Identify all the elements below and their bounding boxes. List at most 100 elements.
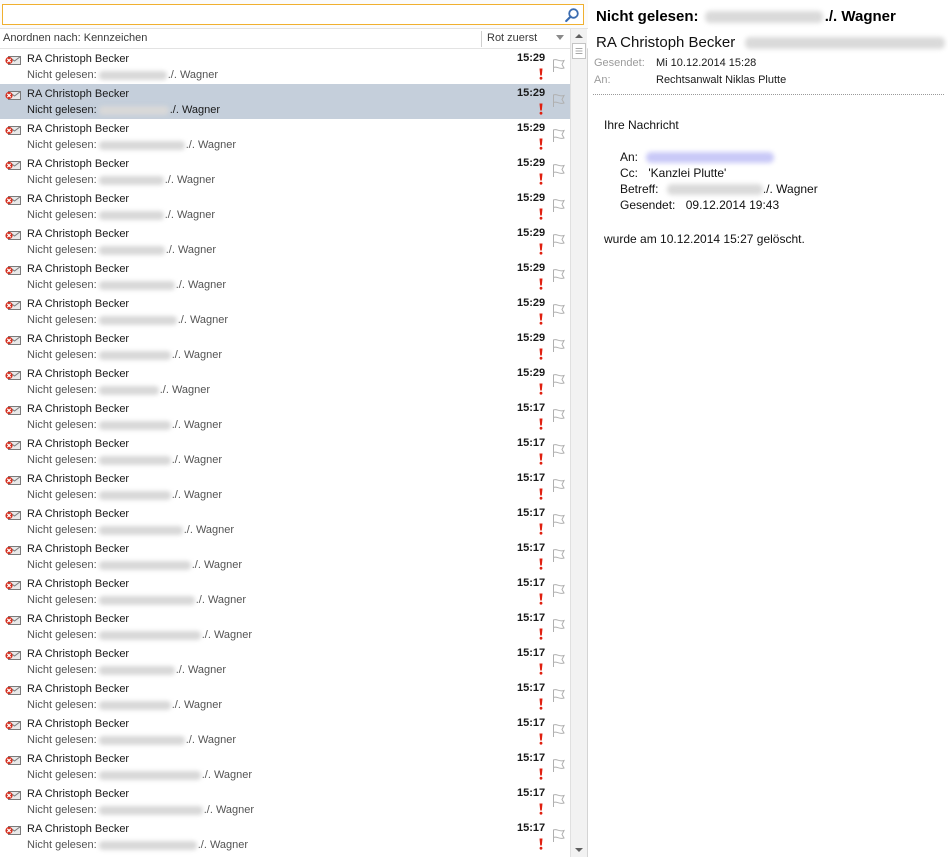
flag-icon[interactable] [551, 828, 566, 843]
flag-icon[interactable] [551, 793, 566, 808]
subject-suffix: ./. Wagner [203, 804, 255, 816]
message-subject: Nicht gelesen: ./. Wagner [27, 454, 222, 466]
flag-icon[interactable] [551, 758, 566, 773]
redacted-text [98, 805, 203, 815]
message-sender: RA Christoph Becker [27, 683, 130, 695]
read-receipt-deleted-icon [5, 826, 21, 835]
flag-icon[interactable] [551, 338, 566, 353]
flag-icon[interactable] [551, 583, 566, 598]
body-intro: Ihre Nachricht [604, 118, 679, 132]
flag-icon[interactable] [551, 653, 566, 668]
subject-prefix: Nicht gelesen: [27, 594, 97, 606]
arrange-by-label[interactable]: Anordnen nach: Kennzeichen [3, 32, 147, 44]
list-item[interactable]: RA Christoph Becker Nicht gelesen: ./. Wag… [0, 259, 570, 294]
list-item[interactable]: RA Christoph Becker Nicht gelesen: ./. Wag… [0, 399, 570, 434]
list-item[interactable]: RA Christoph Becker Nicht gelesen: ./. Wag… [0, 749, 570, 784]
list-item[interactable]: RA Christoph Becker Nicht gelesen: ./. Wag… [0, 224, 570, 259]
flag-icon[interactable] [551, 128, 566, 143]
list-item[interactable]: RA Christoph Becker Nicht gelesen: ./. Wag… [0, 434, 570, 469]
read-receipt-deleted-icon [5, 266, 21, 275]
list-item[interactable]: RA Christoph Becker Nicht gelesen: ./. Wag… [0, 469, 570, 504]
redacted-text [98, 455, 171, 465]
list-item[interactable]: RA Christoph Becker Nicht gelesen: ./. Wag… [0, 154, 570, 189]
redacted-text [98, 840, 197, 850]
message-subject: Nicht gelesen: ./. Wagner [27, 314, 228, 326]
scroll-up-icon[interactable] [571, 29, 587, 43]
search-box[interactable] [2, 4, 584, 25]
subject-prefix: Nicht gelesen: [27, 454, 97, 466]
redacted-text [98, 280, 175, 290]
sort-order-label[interactable]: Rot zuerst [487, 32, 537, 44]
subject-suffix: ./. Wagner [183, 524, 235, 536]
sort-bar[interactable]: Anordnen nach: Kennzeichen Rot zuerst [0, 29, 588, 49]
list-item[interactable]: RA Christoph Becker Nicht gelesen: ./. Wag… [0, 504, 570, 539]
message-subject: Nicht gelesen: ./. Wagner [27, 559, 242, 571]
flag-icon[interactable] [551, 268, 566, 283]
list-item[interactable]: RA Christoph Becker Nicht gelesen: ./. Wag… [0, 609, 570, 644]
subject-prefix: Nicht gelesen: [27, 804, 97, 816]
high-importance-icon [539, 593, 543, 605]
list-item[interactable]: RA Christoph Becker Nicht gelesen: ./. Wag… [0, 714, 570, 749]
high-importance-icon [539, 103, 543, 115]
flag-icon[interactable] [551, 163, 566, 178]
list-item[interactable]: RA Christoph Becker Nicht gelesen: ./. Wag… [0, 49, 570, 84]
list-item[interactable]: RA Christoph Becker Nicht gelesen: ./. Wag… [0, 679, 570, 714]
scroll-down-icon[interactable] [571, 843, 587, 857]
flag-icon[interactable] [551, 513, 566, 528]
flag-icon[interactable] [551, 93, 566, 108]
list-item[interactable]: RA Christoph Becker Nicht gelesen: ./. Wag… [0, 294, 570, 329]
flag-icon[interactable] [551, 688, 566, 703]
list-scrollbar[interactable] [570, 29, 587, 857]
body-betreff-label: Betreff: [620, 182, 659, 196]
subject-prefix: Nicht gelesen: [27, 734, 97, 746]
scroll-thumb[interactable] [572, 43, 586, 59]
sort-dropdown-icon[interactable] [556, 35, 564, 40]
subject-suffix: ./. Wagner [197, 839, 249, 851]
subject-prefix: Nicht gelesen: [27, 699, 97, 711]
list-item[interactable]: RA Christoph Becker Nicht gelesen: ./. Wag… [0, 84, 570, 119]
read-receipt-deleted-icon [5, 581, 21, 590]
flag-icon[interactable] [551, 618, 566, 633]
read-receipt-deleted-icon [5, 791, 21, 800]
list-item[interactable]: RA Christoph Becker Nicht gelesen: ./. Wag… [0, 574, 570, 609]
subject-suffix: ./. Wagner [185, 139, 237, 151]
search-icon[interactable] [564, 7, 580, 23]
subject-suffix: ./. Wagner [824, 8, 896, 25]
read-receipt-deleted-icon [5, 371, 21, 380]
list-item[interactable]: RA Christoph Becker Nicht gelesen: ./. Wag… [0, 364, 570, 399]
flag-icon[interactable] [551, 548, 566, 563]
flag-icon[interactable] [551, 723, 566, 738]
list-item[interactable]: RA Christoph Becker Nicht gelesen: ./. Wag… [0, 819, 570, 854]
flag-icon[interactable] [551, 233, 566, 248]
flag-icon[interactable] [551, 58, 566, 73]
subject-suffix: ./. Wagner [191, 559, 243, 571]
flag-icon[interactable] [551, 408, 566, 423]
flag-icon[interactable] [551, 303, 566, 318]
flag-icon[interactable] [551, 478, 566, 493]
sender-name[interactable]: RA Christoph Becker [596, 34, 735, 51]
flag-icon[interactable] [551, 373, 566, 388]
redacted-text [98, 385, 159, 395]
redacted-text [98, 350, 171, 360]
body-an-label: An: [620, 150, 639, 164]
list-item[interactable]: RA Christoph Becker Nicht gelesen: ./. Wag… [0, 119, 570, 154]
message-subject: Nicht gelesen: ./. Wagner [27, 664, 226, 676]
flag-icon[interactable] [551, 443, 566, 458]
read-receipt-deleted-icon [5, 161, 21, 170]
body-betreff-suffix: ./. Wagner [762, 182, 818, 196]
flag-icon[interactable] [551, 198, 566, 213]
message-sender: RA Christoph Becker [596, 34, 946, 51]
message-sender: RA Christoph Becker [27, 403, 130, 415]
read-receipt-deleted-icon [5, 616, 21, 625]
redacted-text [98, 770, 201, 780]
list-item[interactable]: RA Christoph Becker Nicht gelesen: ./. Wag… [0, 189, 570, 224]
message-time: 15:29 [517, 157, 546, 169]
to-value[interactable]: Rechtsanwalt Niklas Plutte [656, 74, 786, 86]
list-item[interactable]: RA Christoph Becker Nicht gelesen: ./. Wag… [0, 784, 570, 819]
message-subject: Nicht gelesen: ./. Wagner [596, 8, 896, 25]
search-input[interactable] [5, 6, 560, 23]
list-item[interactable]: RA Christoph Becker Nicht gelesen: ./. Wag… [0, 539, 570, 574]
high-importance-icon [539, 313, 543, 325]
list-item[interactable]: RA Christoph Becker Nicht gelesen: ./. Wag… [0, 329, 570, 364]
list-item[interactable]: RA Christoph Becker Nicht gelesen: ./. Wag… [0, 644, 570, 679]
